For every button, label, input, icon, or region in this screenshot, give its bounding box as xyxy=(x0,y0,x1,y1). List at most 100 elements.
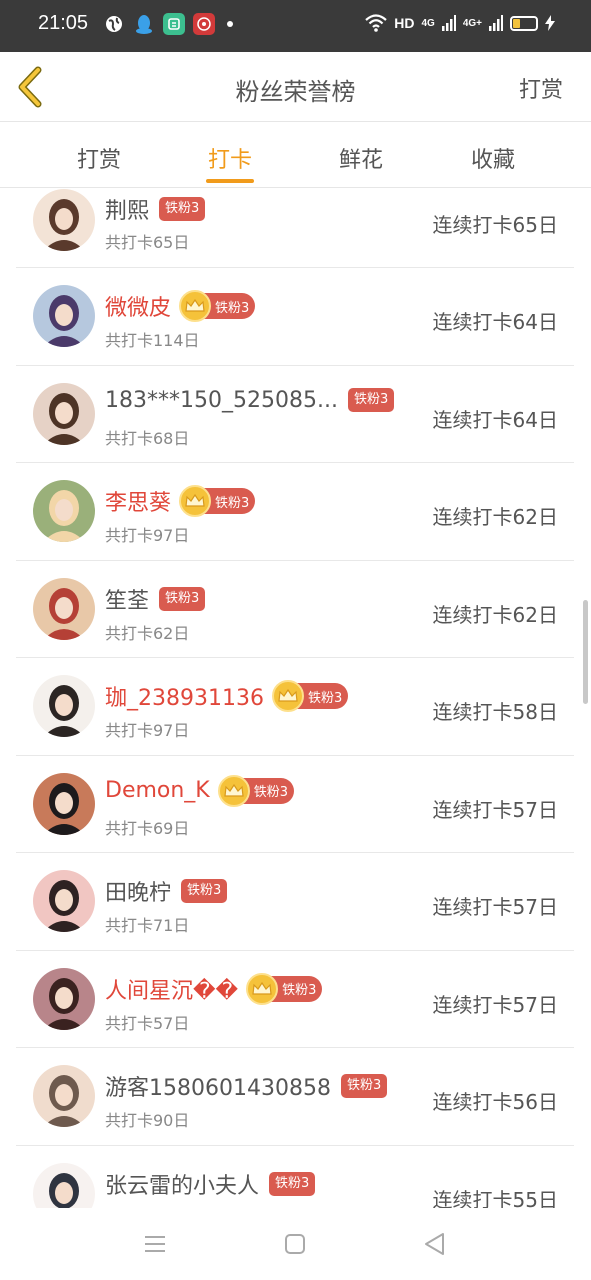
streak-days: 连续打卡57日 xyxy=(432,797,558,822)
home-square-icon[interactable] xyxy=(281,1230,309,1258)
fan-name-line: 荆熙 铁粉3 xyxy=(105,193,206,225)
streak-days: 连续打卡58日 xyxy=(432,700,558,724)
signal-bars-icon xyxy=(441,15,456,31)
tab-reward[interactable]: 打赏 xyxy=(49,142,149,174)
avatar[interactable] xyxy=(33,189,95,251)
total-checkin-days: 共打卡69日 xyxy=(105,818,190,838)
fan-row[interactable]: 183***150_525085... 铁粉3 共打卡68日 连续打卡64日 xyxy=(16,366,574,463)
fan-row[interactable]: 笙荃 铁粉3 共打卡62日 连续打卡62日 xyxy=(16,561,574,658)
fan-name: 田晚柠 xyxy=(105,881,172,906)
fan-name-line: 珈_238931136 铁粉3 xyxy=(105,680,349,712)
total-checkin-days: 共打卡62日 xyxy=(105,623,190,643)
back-triangle-icon[interactable] xyxy=(421,1230,449,1258)
fan-row[interactable]: 李思葵 铁粉3 共打卡97日 连续打卡62日 xyxy=(16,463,574,561)
fan-row[interactable]: 人间星沉�� 铁粉3 共打卡57日 连续打卡57日 xyxy=(16,951,574,1048)
crown-icon xyxy=(271,680,304,712)
fan-row[interactable]: 游客1580601430858 铁粉3 共打卡90日 连续打卡56日 xyxy=(16,1048,574,1146)
fan-row[interactable]: 珈_238931136 铁粉3 共打卡97日 连续打卡58日 xyxy=(16,658,574,756)
vip-fan-badge: 铁粉3 xyxy=(179,290,256,322)
crown-icon xyxy=(179,290,212,322)
tab-flowers[interactable]: 鲜花 xyxy=(311,142,411,174)
reward-button[interactable]: 打赏 xyxy=(519,72,563,104)
fan-name: 笙荃 xyxy=(105,588,150,614)
fan-level-label: 铁粉3 xyxy=(307,690,343,706)
active-tab-indicator xyxy=(206,179,254,183)
charging-icon xyxy=(545,15,555,31)
vip-fan-badge: 铁粉3 xyxy=(271,680,349,712)
tab-favorites[interactable]: 收藏 xyxy=(443,142,543,174)
vip-fan-badge: 铁粉3 xyxy=(179,485,256,517)
globe-icon xyxy=(103,13,125,35)
signal-4g-label: 4G xyxy=(421,17,435,29)
fan-level-label: 铁粉3 xyxy=(253,785,289,800)
streak-days: 连续打卡64日 xyxy=(432,407,558,432)
system-nav-bar xyxy=(0,1208,591,1280)
fan-name-line: 183***150_525085... 铁粉3 xyxy=(105,387,395,413)
total-checkin-days: 共打卡97日 xyxy=(105,721,190,740)
notification-dot xyxy=(227,21,233,27)
fan-name: 荆熙 xyxy=(105,199,150,224)
status-app-icons xyxy=(103,13,233,35)
avatar[interactable] xyxy=(33,285,95,347)
fan-name-line: 张云雷的小夫人 铁粉3 xyxy=(105,1168,316,1200)
fan-name: 微微皮 xyxy=(105,296,172,321)
streak-days: 连续打卡56日 xyxy=(432,1090,558,1114)
total-checkin-days: 共打卡68日 xyxy=(105,428,190,448)
fan-name-line: 笙荃 铁粉3 xyxy=(105,583,206,615)
app-header: 粉丝荣誉榜 打赏 xyxy=(0,52,591,122)
total-checkin-days: 共打卡57日 xyxy=(105,1013,190,1033)
avatar[interactable] xyxy=(33,577,95,640)
fan-row[interactable]: Demon_K 铁粉3 共打卡69日 连续打卡57日 xyxy=(16,756,574,853)
total-checkin-days: 共打卡71日 xyxy=(105,916,190,935)
fan-name: 张云雷的小夫人 xyxy=(105,1173,260,1199)
menu-icon[interactable] xyxy=(141,1230,169,1258)
fan-row[interactable]: 张云雷的小夫人铁粉3共打卡55日连续打卡55日 xyxy=(16,1146,574,1209)
fan-name: 游客1580601430858 xyxy=(105,1076,331,1101)
fan-row[interactable]: 荆熙 铁粉3 共打卡65日 连续打卡65日 xyxy=(16,189,574,268)
avatar[interactable] xyxy=(33,480,95,542)
fan-level-badge: 铁粉3 xyxy=(159,197,206,221)
fan-name-line: Demon_K 铁粉3 xyxy=(105,774,295,807)
fan-row[interactable]: 微微皮 铁粉3 共打卡114日 连续打卡64日 xyxy=(16,268,574,366)
status-time: 21:05 xyxy=(38,12,89,34)
total-checkin-days: 共打卡114日 xyxy=(105,331,200,350)
tab-bar: 打赏 打卡 鲜花 收藏 xyxy=(0,122,591,188)
streak-days: 连续打卡55日 xyxy=(432,1187,558,1209)
fan-name-line: 微微皮 铁粉3 xyxy=(105,290,256,322)
fan-level-badge: 铁粉3 xyxy=(181,879,228,903)
streak-days: 连续打卡62日 xyxy=(432,505,558,529)
total-checkin-days: 共打卡97日 xyxy=(105,526,190,545)
avatar[interactable] xyxy=(33,1162,95,1208)
network-label: HD xyxy=(394,15,415,31)
total-checkin-days: 共打卡90日 xyxy=(105,1111,190,1130)
wifi-icon xyxy=(365,14,387,32)
avatar[interactable] xyxy=(33,870,95,932)
avatar[interactable] xyxy=(33,1065,95,1127)
signal-bars-icon xyxy=(489,15,503,31)
avatar[interactable] xyxy=(33,382,95,445)
streak-days: 连续打卡62日 xyxy=(432,602,558,627)
scrollbar[interactable] xyxy=(583,600,588,704)
fan-name-line: 田晚柠 铁粉3 xyxy=(105,875,228,907)
signal-4gplus-label: 4G+ xyxy=(462,17,482,29)
avatar[interactable] xyxy=(33,772,95,835)
fan-ranking-list[interactable]: 荆熙 铁粉3 共打卡65日 连续打卡65日 微微皮 铁粉3 共打卡114日 连续打卡64日… xyxy=(16,189,574,1208)
tab-checkin[interactable]: 打卡 xyxy=(180,142,280,174)
fan-name-line: 人间星沉�� 铁粉3 xyxy=(105,972,323,1005)
vip-fan-badge: 铁粉3 xyxy=(246,972,323,1005)
fan-name: Demon_K xyxy=(105,778,210,803)
fan-level-label: 铁粉3 xyxy=(215,300,250,316)
fan-name: 183***150_525085... xyxy=(105,387,338,413)
crown-icon xyxy=(179,485,212,517)
streak-days: 连续打卡64日 xyxy=(432,310,558,334)
app-red-icon xyxy=(193,13,215,35)
fan-level-badge: 铁粉3 xyxy=(159,586,206,611)
crown-icon xyxy=(246,972,279,1005)
avatar[interactable] xyxy=(33,967,95,1030)
fan-name: 李思葵 xyxy=(105,491,172,516)
fan-name-line: 李思葵 铁粉3 xyxy=(105,485,256,517)
avatar[interactable] xyxy=(33,675,95,737)
fan-row[interactable]: 田晚柠 铁粉3 共打卡71日 连续打卡57日 xyxy=(16,853,574,951)
fan-level-label: 铁粉3 xyxy=(282,983,317,998)
status-right: HD 4G 4G+ xyxy=(365,14,555,32)
